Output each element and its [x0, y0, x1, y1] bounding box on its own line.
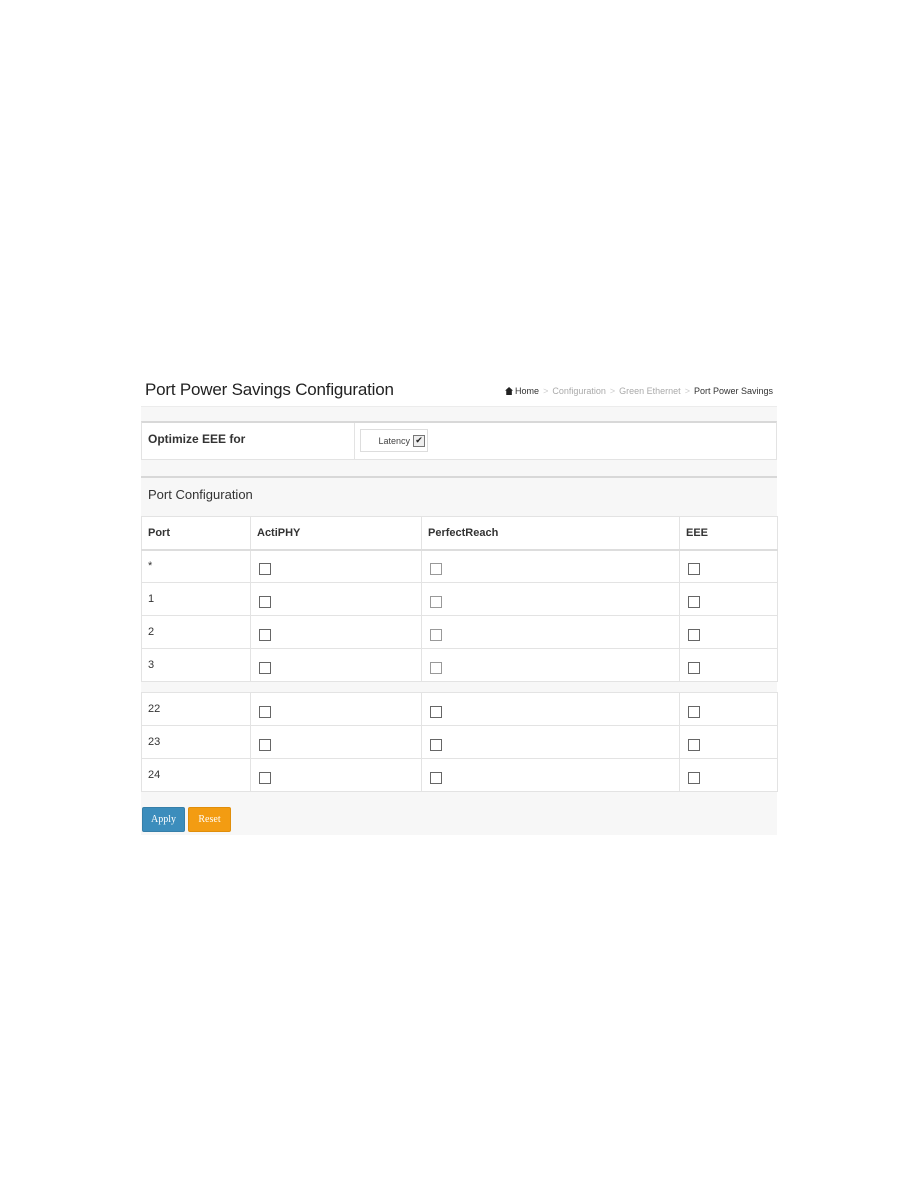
breadcrumb: Home > Configuration > Green Ethernet > …	[505, 386, 773, 396]
perfectreach-checkbox[interactable]	[430, 739, 442, 751]
port-cell: 3	[141, 648, 251, 682]
perfectreach-cell	[421, 549, 680, 583]
eee-cell	[679, 615, 778, 649]
perfectreach-cell	[421, 758, 680, 792]
port-cell: 23	[141, 725, 251, 759]
actiphy-checkbox[interactable]	[259, 563, 271, 576]
table-row: 3	[141, 648, 778, 682]
port-config-table-continued: 22 23 24	[141, 692, 778, 792]
home-icon	[505, 387, 514, 395]
actiphy-cell	[250, 758, 422, 792]
table-row: *	[141, 549, 778, 583]
optimize-eee-label: Optimize EEE for	[148, 432, 246, 446]
perfectreach-cell	[421, 648, 680, 682]
breadcrumb-separator: >	[609, 386, 616, 396]
eee-cell	[679, 582, 778, 616]
actiphy-checkbox[interactable]	[259, 772, 271, 784]
port-cell: 2	[141, 615, 251, 649]
perfectreach-checkbox[interactable]	[430, 772, 442, 784]
perfectreach-checkbox[interactable]	[430, 706, 442, 718]
port-configuration-title: Port Configuration	[148, 487, 253, 502]
table-row: 24	[141, 758, 778, 792]
port-cell: 24	[141, 758, 251, 792]
actiphy-cell	[250, 692, 422, 726]
perfectreach-checkbox[interactable]	[430, 629, 442, 641]
eee-checkbox[interactable]	[688, 739, 700, 751]
actiphy-checkbox[interactable]	[259, 662, 271, 674]
actiphy-cell	[250, 549, 422, 583]
actiphy-checkbox[interactable]	[259, 596, 271, 608]
eee-cell	[679, 725, 778, 759]
table-row: 23	[141, 725, 778, 759]
eee-cell	[679, 692, 778, 726]
port-cell: 22	[141, 692, 251, 726]
breadcrumb-home[interactable]: Home	[505, 386, 539, 396]
perfectreach-cell	[421, 582, 680, 616]
eee-cell	[679, 758, 778, 792]
divider	[354, 423, 355, 459]
page-header: Port Power Savings Configuration Home > …	[141, 376, 777, 407]
table-row: 2	[141, 615, 778, 649]
perfectreach-cell	[421, 692, 680, 726]
eee-checkbox[interactable]	[688, 563, 700, 576]
actiphy-cell	[250, 725, 422, 759]
chevron-down-icon[interactable]: ✔	[413, 434, 425, 447]
perfectreach-cell	[421, 615, 680, 649]
eee-cell	[679, 549, 778, 583]
port-cell: 1	[141, 582, 251, 616]
optimize-eee-selected-value: Latency	[378, 435, 410, 446]
port-cell: *	[141, 549, 251, 583]
breadcrumb-separator: >	[543, 386, 549, 396]
eee-checkbox[interactable]	[688, 772, 700, 784]
eee-checkbox[interactable]	[688, 596, 700, 608]
table-row: 1	[141, 582, 778, 616]
column-header-actiphy: ActiPHY	[250, 516, 422, 551]
eee-checkbox[interactable]	[688, 629, 700, 641]
actiphy-cell	[250, 582, 422, 616]
breadcrumb-configuration[interactable]: Configuration	[552, 386, 606, 396]
actiphy-checkbox[interactable]	[259, 629, 271, 641]
column-header-eee: EEE	[679, 516, 778, 551]
column-header-port: Port	[141, 516, 251, 551]
optimize-eee-select[interactable]: Latency ✔	[360, 429, 428, 452]
port-configuration-header: Port Configuration	[141, 476, 777, 514]
reset-button[interactable]: Reset	[188, 807, 231, 832]
perfectreach-cell	[421, 725, 680, 759]
eee-checkbox[interactable]	[688, 706, 700, 718]
apply-button[interactable]: Apply	[142, 807, 185, 832]
perfectreach-checkbox[interactable]	[430, 563, 442, 576]
breadcrumb-home-label[interactable]: Home	[515, 386, 539, 396]
actiphy-cell	[250, 615, 422, 649]
eee-checkbox[interactable]	[688, 662, 700, 674]
page-title: Port Power Savings Configuration	[145, 380, 394, 399]
perfectreach-checkbox[interactable]	[430, 596, 442, 608]
eee-cell	[679, 648, 778, 682]
table-row: 22	[141, 692, 778, 726]
actiphy-checkbox[interactable]	[259, 706, 271, 718]
column-header-perfectreach: PerfectReach	[421, 516, 680, 551]
breadcrumb-separator: >	[684, 386, 690, 396]
table-header-row: Port ActiPHY PerfectReach EEE	[141, 516, 778, 551]
actiphy-checkbox[interactable]	[259, 739, 271, 751]
actiphy-cell	[250, 648, 422, 682]
breadcrumb-current: Port Power Savings	[693, 386, 773, 396]
optimize-eee-panel: Optimize EEE for Latency ✔	[141, 421, 777, 460]
perfectreach-checkbox[interactable]	[430, 662, 442, 674]
port-power-savings-page: Port Power Savings Configuration Home > …	[141, 376, 778, 835]
port-config-table: Port ActiPHY PerfectReach EEE * 1 2 3	[141, 516, 778, 682]
breadcrumb-green-ethernet[interactable]: Green Ethernet	[619, 386, 681, 396]
